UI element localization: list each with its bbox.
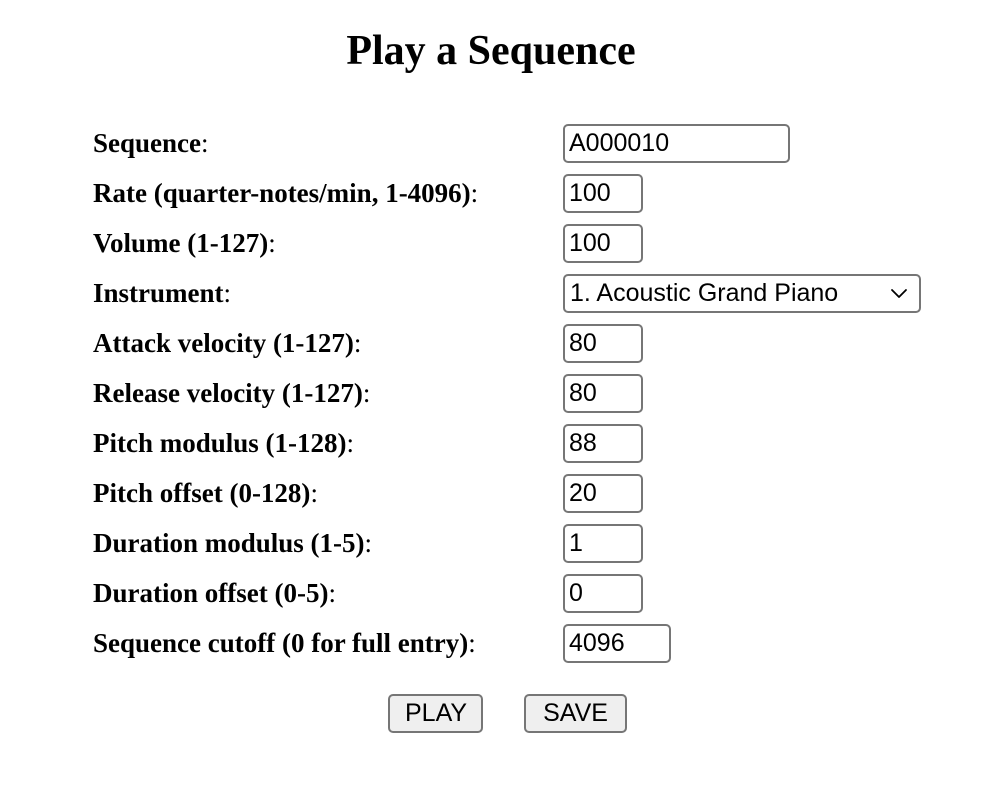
form-row-instrument: Instrument: 1. Acoustic Grand Piano [93,268,982,318]
control-pitch-offset [563,473,643,513]
form-row-pitch-modulus: Pitch modulus (1-128): [93,418,982,468]
page-root: Play a Sequence Sequence: Rate (quarter-… [0,0,982,790]
control-pitch-modulus [563,423,643,463]
form-row-attack-velocity: Attack velocity (1-127): [93,318,982,368]
duration-offset-input[interactable] [563,573,643,613]
form-actions: PLAY SAVE [0,694,982,733]
form-row-sequence: Sequence: [93,118,982,168]
form-row-volume: Volume (1-127): [93,218,982,268]
label-text: Rate (quarter-notes/min, 1-4096) [93,178,471,208]
label-pitch-modulus: Pitch modulus (1-128): [93,426,556,460]
label-text: Instrument [93,278,224,308]
label-colon: : [328,578,336,608]
label-text: Pitch offset (0-128) [93,478,311,508]
form-row-release-velocity: Release velocity (1-127): [93,368,982,418]
label-colon: : [223,278,232,308]
label-colon: : [353,328,362,358]
label-colon: : [364,528,373,558]
label-text: Duration offset (0-5) [93,578,329,608]
form-row-pitch-offset: Pitch offset (0-128): [93,468,982,518]
label-text: Duration modulus (1-5) [93,528,365,558]
label-colon: : [201,128,209,158]
label-duration-modulus: Duration modulus (1-5): [93,526,556,560]
control-instrument: 1. Acoustic Grand Piano [563,273,921,313]
label-colon: : [468,628,476,658]
instrument-select-wrapper: 1. Acoustic Grand Piano [563,273,921,313]
form-row-duration-modulus: Duration modulus (1-5): [93,518,982,568]
control-attack-velocity [563,323,643,363]
sequence-form: Sequence: Rate (quarter-notes/min, 1-409… [0,118,982,668]
form-row-sequence-cutoff: Sequence cutoff (0 for full entry): [93,618,982,668]
label-text: Pitch modulus (1-128) [93,428,347,458]
control-duration-offset [563,573,643,613]
label-instrument: Instrument: [93,276,556,310]
control-volume [563,223,643,263]
play-button[interactable]: PLAY [388,694,483,733]
label-rate: Rate (quarter-notes/min, 1-4096): [93,176,556,210]
attack-velocity-input[interactable] [563,323,643,363]
label-text: Sequence [93,128,201,158]
control-rate [563,173,643,213]
label-pitch-offset: Pitch offset (0-128): [93,476,556,510]
label-text: Release velocity (1-127) [93,378,363,408]
label-sequence-cutoff: Sequence cutoff (0 for full entry): [93,626,556,660]
label-colon: : [362,378,371,408]
label-release-velocity: Release velocity (1-127): [93,376,556,410]
form-row-rate: Rate (quarter-notes/min, 1-4096): [93,168,982,218]
instrument-select[interactable]: 1. Acoustic Grand Piano [563,273,921,313]
form-row-duration-offset: Duration offset (0-5): [93,568,982,618]
control-release-velocity [563,373,643,413]
label-attack-velocity: Attack velocity (1-127): [93,326,556,360]
label-text: Sequence cutoff (0 for full entry) [93,628,469,658]
rate-input[interactable] [563,173,643,213]
label-text: Volume (1-127) [93,228,269,258]
label-colon: : [470,178,479,208]
sequence-input[interactable] [563,123,790,163]
label-text: Attack velocity (1-127) [93,328,354,358]
control-duration-modulus [563,523,643,563]
sequence-cutoff-input[interactable] [563,623,671,663]
volume-input[interactable] [563,223,643,263]
page-title: Play a Sequence [346,28,636,74]
label-colon: : [268,228,276,258]
release-velocity-input[interactable] [563,373,643,413]
pitch-modulus-input[interactable] [563,423,643,463]
pitch-offset-input[interactable] [563,473,643,513]
label-volume: Volume (1-127): [93,226,556,260]
label-colon: : [310,478,318,508]
duration-modulus-input[interactable] [563,523,643,563]
label-colon: : [346,428,355,458]
control-sequence-cutoff [563,623,671,663]
label-sequence: Sequence: [93,126,556,160]
save-button[interactable]: SAVE [524,694,627,733]
control-sequence [563,123,790,163]
label-duration-offset: Duration offset (0-5): [93,576,556,610]
